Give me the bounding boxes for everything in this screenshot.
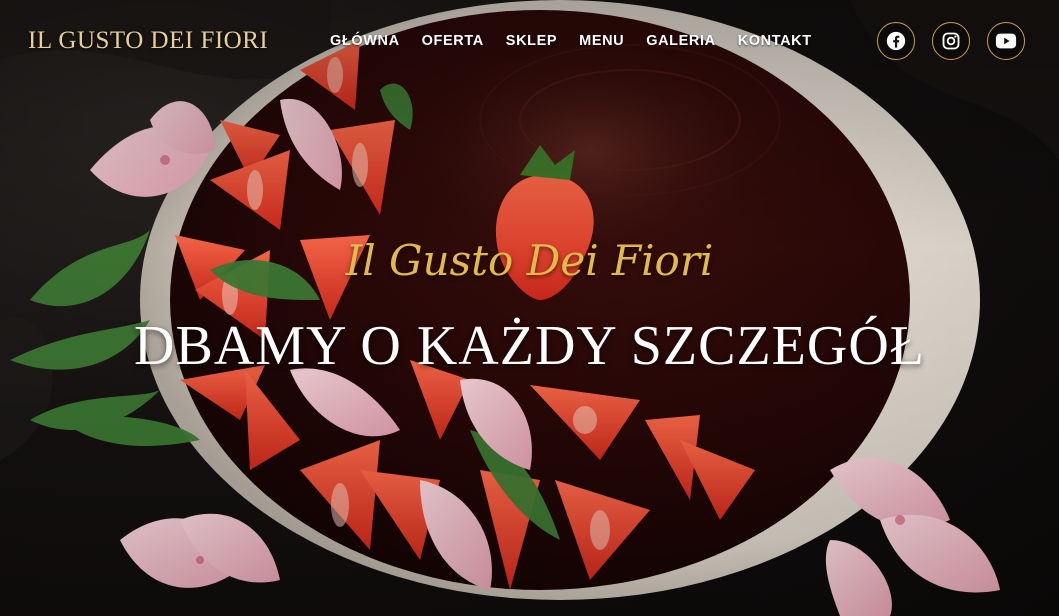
nav-item-oferta[interactable]: OFERTA bbox=[422, 33, 484, 49]
nav-item-menu[interactable]: MENU bbox=[579, 33, 624, 49]
hero-tagline: Il Gusto Dei Fiori bbox=[345, 236, 714, 285]
hero-background-image bbox=[0, 0, 1059, 616]
youtube-icon bbox=[995, 33, 1017, 49]
site-logo[interactable]: IL GUSTO DEI FIORI bbox=[28, 27, 268, 55]
facebook-icon bbox=[886, 31, 906, 51]
facebook-link[interactable] bbox=[877, 22, 915, 60]
nav-item-galeria[interactable]: GALERIA bbox=[646, 33, 715, 49]
hero-section: IL GUSTO DEI FIORI GŁÓWNA OFERTA SKLEP M… bbox=[0, 0, 1059, 616]
nav-item-glowna[interactable]: GŁÓWNA bbox=[330, 33, 400, 49]
main-nav: GŁÓWNA OFERTA SKLEP MENU GALERIA KONTAKT bbox=[330, 33, 834, 49]
site-header: IL GUSTO DEI FIORI GŁÓWNA OFERTA SKLEP M… bbox=[0, 0, 1059, 84]
nav-item-kontakt[interactable]: KONTAKT bbox=[738, 33, 812, 49]
instagram-link[interactable] bbox=[932, 22, 970, 60]
nav-item-sklep[interactable]: SKLEP bbox=[506, 33, 557, 49]
youtube-link[interactable] bbox=[987, 22, 1025, 60]
social-links bbox=[877, 22, 1025, 60]
hero-headline: DBAMY O KAŻDY SZCZEGÓŁ bbox=[134, 315, 925, 377]
instagram-icon bbox=[942, 32, 960, 50]
